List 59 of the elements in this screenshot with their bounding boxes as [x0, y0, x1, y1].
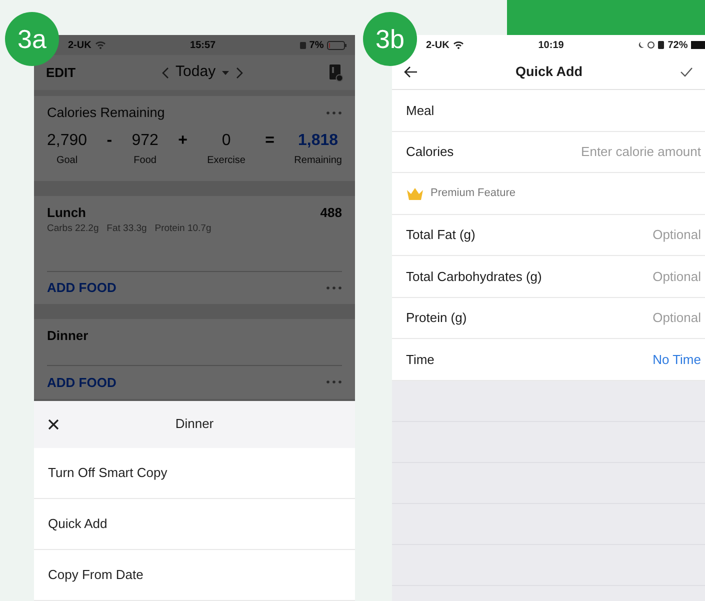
- more-icon[interactable]: [326, 110, 342, 115]
- macros-text: Carbs 22.2g Fat 33.3g Protein 10.7g: [47, 222, 212, 236]
- battery-label: 7%: [309, 38, 324, 52]
- section-title: Calories Remaining: [47, 104, 165, 122]
- clock-label: 10:19: [538, 38, 564, 52]
- menu-item[interactable]: Turn Off Smart Copy: [34, 448, 355, 498]
- more-icon[interactable]: [326, 286, 342, 290]
- step-badge: 3a: [5, 12, 59, 66]
- crown-icon: [406, 186, 424, 200]
- field-label: Protein (g): [406, 309, 467, 327]
- calorie-value: 0: [220, 131, 232, 152]
- field-label: Total Fat (g): [406, 226, 476, 244]
- operator-sign: =: [265, 131, 274, 152]
- calorie-value: 972: [132, 131, 158, 152]
- meal-title: Dinner: [47, 326, 88, 344]
- input-field[interactable]: Optional: [555, 266, 705, 286]
- premium-label: Premium Feature: [430, 186, 516, 201]
- sheet-title: Dinner: [175, 415, 215, 434]
- carrier-label: 2-UK: [426, 38, 450, 52]
- battery-label: 72%: [668, 38, 688, 52]
- time-link[interactable]: No Time: [652, 350, 705, 369]
- add-food-link[interactable]: ADD FOOD: [47, 372, 116, 392]
- meal-title: Lunch: [47, 204, 86, 222]
- calorie-label: Exercise: [207, 154, 246, 168]
- checkmark-icon[interactable]: [680, 67, 693, 77]
- calorie-value: 1,818: [297, 131, 340, 152]
- input-field[interactable]: Optional: [555, 308, 705, 328]
- menu-item[interactable]: Copy From Date: [34, 550, 355, 600]
- back-arrow-icon[interactable]: [404, 66, 418, 78]
- battery-icon: [327, 40, 347, 50]
- battery-icon: [691, 41, 705, 49]
- clock-label: 15:57: [190, 38, 216, 52]
- chevron-right-icon[interactable]: [236, 66, 243, 78]
- operator-sign: +: [178, 131, 188, 152]
- caret-down-icon[interactable]: [222, 70, 230, 74]
- wifi-icon: [452, 41, 464, 49]
- calorie-label: Remaining: [294, 154, 342, 168]
- wifi-icon: [94, 41, 106, 49]
- more-icon[interactable]: [326, 380, 342, 384]
- step-badge: 3b: [363, 12, 417, 66]
- status-icons: [638, 41, 664, 49]
- add-food-link[interactable]: ADD FOOD: [47, 278, 116, 298]
- input-field[interactable]: Enter calorie amount: [555, 142, 705, 162]
- screen-title: Quick Add: [515, 62, 582, 81]
- field-label: Calories: [406, 143, 454, 161]
- chevron-left-icon[interactable]: [162, 66, 170, 78]
- input-field[interactable]: Optional: [555, 225, 705, 244]
- calorie-label: Food: [132, 154, 158, 168]
- calorie-value: 2,790: [47, 131, 88, 152]
- field-label: Total Carbohydrates (g): [406, 268, 542, 286]
- date-label[interactable]: Today: [176, 61, 216, 84]
- meal-row[interactable]: Meal: [392, 90, 705, 132]
- operator-sign: -: [106, 131, 112, 152]
- field-label: Time: [406, 350, 434, 368]
- menu-item[interactable]: Quick Add: [34, 498, 355, 550]
- meal-calories: 488: [320, 204, 342, 222]
- calorie-label: Goal: [55, 154, 79, 168]
- carrier-label: 2-UK: [68, 38, 92, 52]
- close-icon[interactable]: [48, 418, 59, 430]
